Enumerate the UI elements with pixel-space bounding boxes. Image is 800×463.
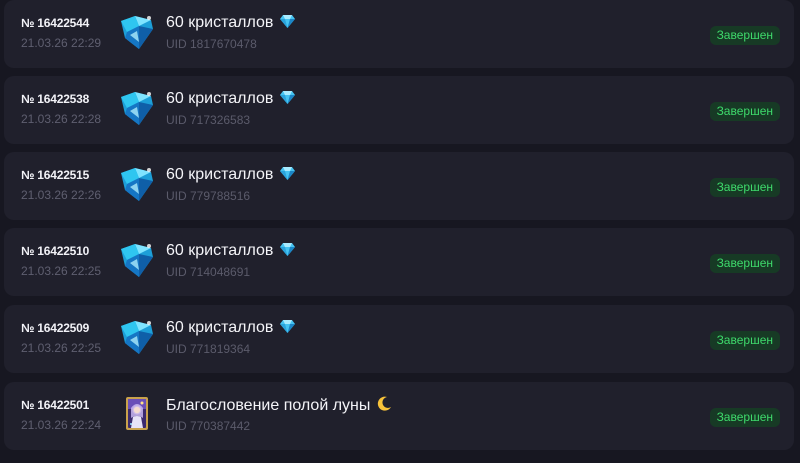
order-number: № 16422510 bbox=[21, 244, 90, 258]
order-datetime: 21.03.26 22:28 bbox=[21, 112, 102, 126]
order-list: № 16422544 21.03.26 22:29 60 кристаллов … bbox=[0, 0, 800, 463]
crystal-pack-icon bbox=[117, 12, 157, 52]
order-row[interactable]: № 16422509 21.03.26 22:25 60 кристаллов … bbox=[4, 305, 794, 373]
gem-icon bbox=[280, 243, 296, 256]
product-name: 60 кристаллов bbox=[166, 14, 296, 32]
order-row[interactable]: № 16422538 21.03.26 22:28 60 кристаллов … bbox=[4, 76, 794, 144]
player-uid: UID 770387442 bbox=[166, 419, 251, 433]
product-name: 60 кристаллов bbox=[166, 90, 296, 108]
order-number: № 16422501 bbox=[21, 398, 90, 412]
player-uid: UID 771819364 bbox=[166, 342, 251, 356]
product-name: Благословение полой луны bbox=[166, 396, 392, 415]
order-datetime: 21.03.26 22:29 bbox=[21, 36, 102, 50]
order-row[interactable]: № 16422501 21.03.26 22:24 Благословение … bbox=[4, 382, 794, 450]
crystal-pack-icon bbox=[117, 88, 157, 128]
player-uid: UID 779788516 bbox=[166, 189, 251, 203]
status-badge: Завершен bbox=[709, 408, 780, 427]
player-uid: UID 714048691 bbox=[166, 265, 251, 279]
order-number: № 16422538 bbox=[21, 92, 90, 106]
status-badge: Завершен bbox=[709, 26, 780, 45]
order-datetime: 21.03.26 22:24 bbox=[21, 418, 102, 432]
product-name: 60 кристаллов bbox=[166, 166, 296, 184]
status-badge: Завершен bbox=[709, 178, 780, 197]
order-row[interactable]: № 16422510 21.03.26 22:25 60 кристаллов … bbox=[4, 228, 794, 296]
gem-icon bbox=[280, 320, 296, 333]
gem-icon bbox=[280, 15, 296, 28]
status-badge: Завершен bbox=[709, 254, 780, 273]
gem-icon bbox=[280, 167, 296, 180]
order-datetime: 21.03.26 22:25 bbox=[21, 264, 102, 278]
order-datetime: 21.03.26 22:26 bbox=[21, 188, 102, 202]
crystal-pack-icon bbox=[117, 164, 157, 204]
product-name: 60 кристаллов bbox=[166, 319, 296, 337]
order-datetime: 21.03.26 22:25 bbox=[21, 341, 102, 355]
order-number: № 16422544 bbox=[21, 16, 90, 30]
player-uid: UID 717326583 bbox=[166, 113, 251, 127]
status-badge: Завершен bbox=[709, 331, 780, 350]
order-number: № 16422509 bbox=[21, 321, 90, 335]
gem-icon bbox=[280, 91, 296, 104]
status-badge: Завершен bbox=[709, 102, 780, 121]
order-number: № 16422515 bbox=[21, 168, 90, 182]
order-row[interactable]: № 16422515 21.03.26 22:26 60 кристаллов … bbox=[4, 152, 794, 220]
order-row[interactable]: № 16422544 21.03.26 22:29 60 кристаллов … bbox=[4, 0, 794, 68]
player-uid: UID 1817670478 bbox=[166, 37, 257, 51]
product-name: 60 кристаллов bbox=[166, 242, 296, 260]
crescent-moon-icon bbox=[377, 396, 392, 411]
crystal-pack-icon bbox=[117, 317, 157, 357]
blessing-card-icon bbox=[117, 394, 157, 434]
crystal-pack-icon bbox=[117, 240, 157, 280]
